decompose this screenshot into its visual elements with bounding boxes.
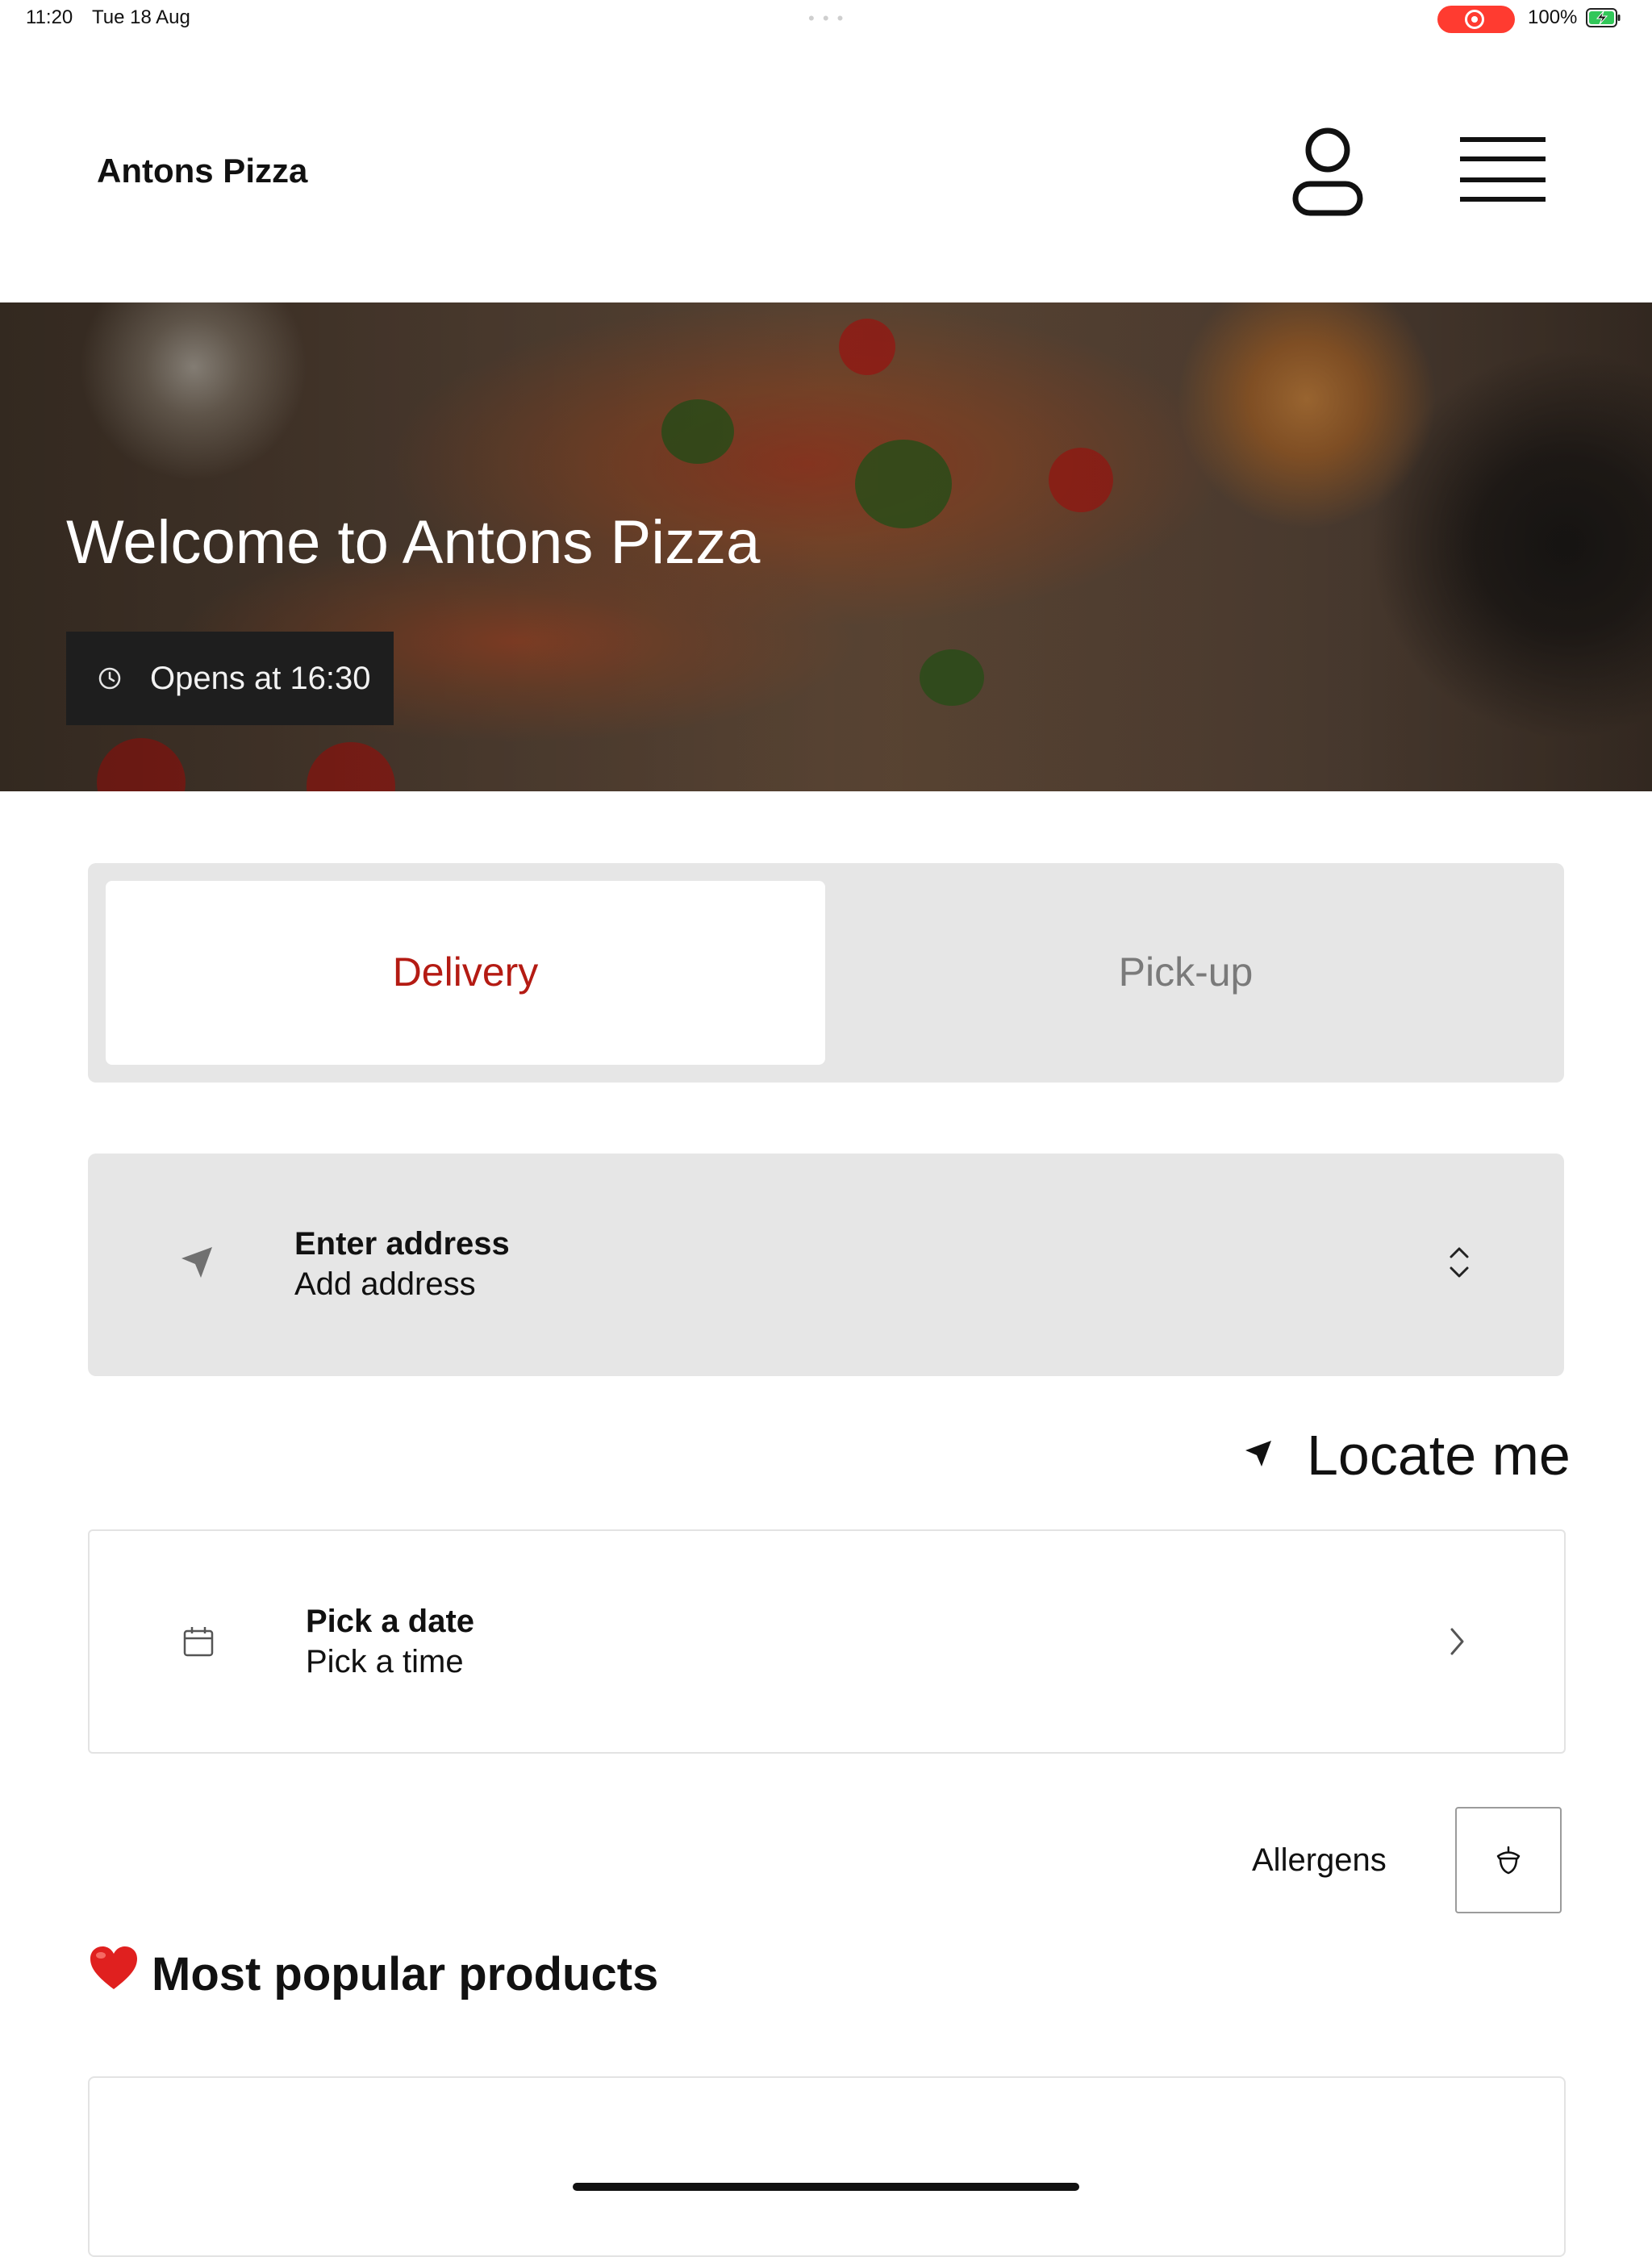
address-title: Enter address	[294, 1226, 510, 1262]
tab-pickup-label: Pick-up	[1118, 949, 1254, 995]
address-subtitle: Add address	[294, 1266, 476, 1302]
opening-hours-badge: Opens at 16:30	[66, 632, 394, 725]
tab-pickup[interactable]: Pick-up	[825, 881, 1546, 1065]
hero-banner: Welcome to Antons Pizza Opens at 16:30	[0, 302, 1652, 791]
battery-charging-icon	[1586, 8, 1621, 27]
up-down-chevron-icon	[1450, 1247, 1469, 1278]
screen-record-icon	[1465, 10, 1484, 29]
multitasking-dots-icon[interactable]: • • •	[808, 8, 845, 29]
acorn-icon	[1496, 1846, 1521, 1875]
order-mode-segmented-control: Delivery Pick-up	[88, 863, 1564, 1083]
status-date: Tue 18 Aug	[92, 6, 190, 28]
status-time: 11:20	[26, 6, 73, 28]
address-selector[interactable]: Enter address Add address	[88, 1154, 1564, 1376]
allergens-button[interactable]	[1455, 1807, 1562, 1913]
home-indicator[interactable]	[573, 2183, 1079, 2191]
location-arrow-icon	[1245, 1441, 1271, 1466]
clock-icon	[98, 667, 121, 690]
section-title-popular: Most popular products	[152, 1948, 659, 2000]
screen-record-indicator[interactable]	[1437, 6, 1515, 33]
chevron-right-icon	[1450, 1628, 1464, 1655]
time-subtitle: Pick a time	[306, 1644, 464, 1679]
date-title: Pick a date	[306, 1604, 475, 1639]
hero-title: Welcome to Antons Pizza	[66, 508, 761, 577]
heart-icon	[90, 1946, 137, 1989]
allergens-label: Allergens	[1252, 1842, 1387, 1878]
profile-icon[interactable]	[1287, 124, 1368, 221]
calendar-icon	[183, 1627, 214, 1657]
tab-delivery-label: Delivery	[392, 949, 539, 995]
location-arrow-icon	[181, 1247, 212, 1278]
status-bar: 11:20 Tue 18 Aug • • • 100%	[0, 0, 1652, 39]
battery-percentage: 100%	[1528, 6, 1578, 28]
hamburger-menu-icon[interactable]	[1460, 132, 1546, 207]
date-time-picker[interactable]: Pick a date Pick a time	[88, 1529, 1566, 1754]
locate-me-button[interactable]: Locate me	[1234, 1420, 1571, 1492]
locate-me-label: Locate me	[1307, 1424, 1571, 1487]
product-card[interactable]	[88, 2076, 1566, 2257]
brand-title[interactable]: Antons Pizza	[97, 152, 307, 190]
opening-hours-text: Opens at 16:30	[150, 661, 371, 696]
tab-delivery[interactable]: Delivery	[106, 881, 825, 1065]
